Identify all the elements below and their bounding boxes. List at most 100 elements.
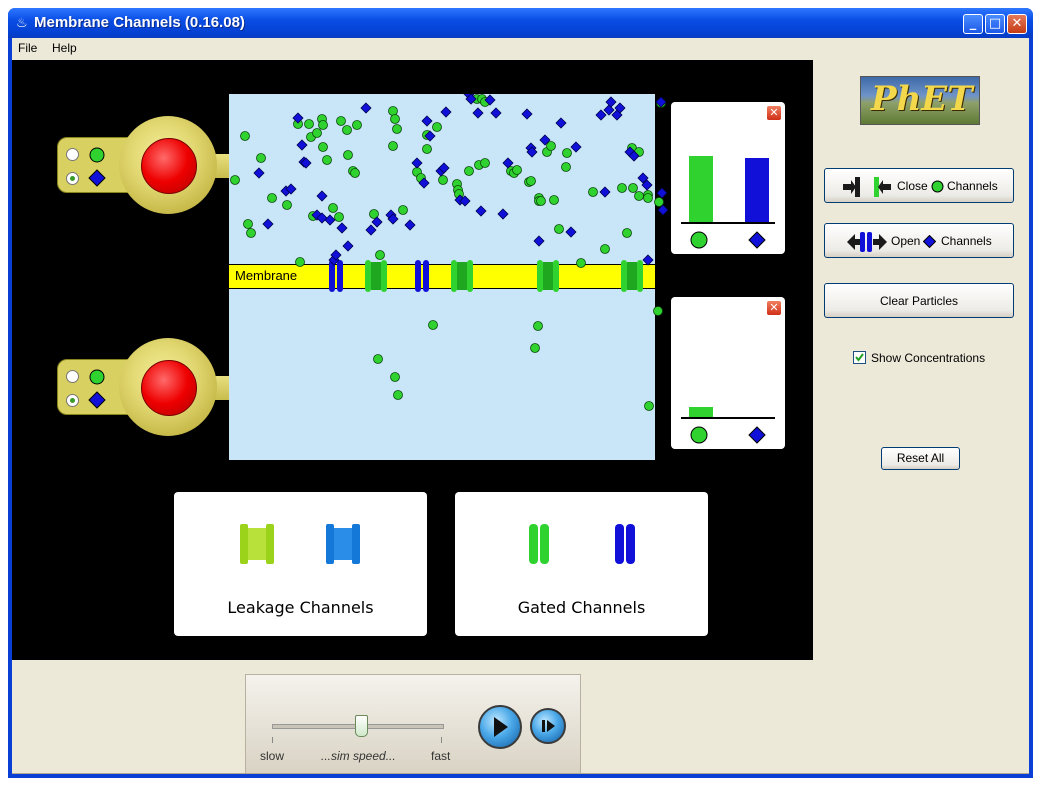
play-icon — [494, 717, 508, 737]
step-button[interactable] — [530, 708, 566, 744]
phet-logo[interactable]: PhET — [860, 76, 980, 125]
upper-radio-diamond[interactable] — [66, 172, 79, 185]
circle-particle — [628, 183, 638, 193]
upper-meter-diamond-icon — [748, 231, 766, 249]
lower-meter-diamond-icon — [748, 426, 766, 444]
lower-radio-circle[interactable] — [66, 370, 79, 383]
upper-particle-dispenser — [57, 116, 252, 216]
circle-particle — [343, 150, 353, 160]
diamond-particle — [533, 235, 545, 247]
circle-particle — [336, 116, 346, 126]
diamond-particle — [342, 240, 354, 252]
diamond-particle — [411, 157, 423, 169]
open-button-label: Open — [891, 234, 921, 248]
lower-meter-close-button[interactable]: ✕ — [767, 301, 781, 315]
close-button-label: Close — [897, 179, 928, 193]
close-button-label-channels: Channels — [947, 179, 998, 193]
gated-channels-tray: Gated Channels — [455, 492, 708, 636]
upper-circle-particle-icon — [89, 147, 105, 163]
sim-speed-panel: slow ...sim speed... fast — [245, 674, 581, 774]
maximize-button[interactable]: □ — [985, 14, 1005, 34]
upper-diamond-particle-icon — [88, 169, 106, 187]
menu-bar: File Help — [12, 38, 1029, 58]
close-channels-button[interactable]: Close Channels — [824, 168, 1014, 203]
circle-particle — [243, 219, 253, 229]
slow-tick — [272, 737, 273, 743]
close-circle-particle-icon — [931, 180, 944, 193]
open-channels-button[interactable]: Open Channels — [824, 223, 1014, 258]
diamond-particle — [603, 104, 615, 116]
lower-circle-particle-icon — [89, 369, 105, 385]
circle-particle — [526, 176, 536, 186]
clear-particles-label: Clear Particles — [879, 294, 959, 308]
circle-particle — [561, 162, 571, 172]
circle-particle — [256, 153, 266, 163]
upper-concentration-meter: ✕ — [671, 102, 785, 254]
clear-particles-button[interactable]: Clear Particles — [824, 283, 1014, 318]
circle-particle — [388, 141, 398, 151]
circle-particle — [398, 205, 408, 215]
show-concentrations-checkbox[interactable] — [853, 351, 866, 364]
diamond-particle — [595, 109, 607, 121]
diamond-particle — [656, 187, 668, 199]
upper-diamond-concentration-bar — [745, 158, 769, 222]
menu-file[interactable]: File — [18, 41, 37, 55]
circle-particle — [644, 401, 654, 411]
circle-particle — [554, 224, 564, 234]
lower-radio-diamond[interactable] — [66, 394, 79, 407]
speed-slow-label: slow — [260, 749, 285, 763]
circle-particle — [546, 141, 556, 151]
circle-particle — [230, 175, 240, 185]
minimize-button[interactable]: _ — [963, 14, 983, 34]
circle-particle — [318, 120, 328, 130]
simulation-canvas: Membrane ✕ ✕ Leakage Channels Gated Chan… — [12, 60, 813, 660]
lower-inject-button[interactable] — [141, 360, 197, 416]
title-bar[interactable]: ♨ Membrane Channels (0.16.08) _ □ ✕ — [8, 8, 1033, 38]
upper-radio-circle[interactable] — [66, 148, 79, 161]
diamond-particle — [565, 226, 577, 238]
play-button[interactable] — [478, 705, 522, 749]
circle-particle — [334, 212, 344, 222]
lower-concentration-meter: ✕ — [671, 297, 785, 449]
circle-particle — [318, 142, 328, 152]
circle-particle — [653, 306, 663, 316]
circle-particle — [622, 228, 632, 238]
upper-meter-close-button[interactable]: ✕ — [767, 106, 781, 120]
circle-particle — [654, 197, 664, 207]
diamond-particle — [316, 190, 328, 202]
fast-tick — [441, 737, 442, 743]
gated-channel-green-toolbox[interactable] — [527, 522, 553, 566]
circle-particle — [422, 144, 432, 154]
step-icon — [542, 720, 555, 732]
diamond-particle — [642, 254, 654, 266]
leakage-channels-label: Leakage Channels — [227, 598, 374, 617]
upper-circle-concentration-bar — [689, 156, 713, 222]
sim-speed-slider-thumb[interactable] — [355, 715, 368, 737]
diamond-particle — [570, 141, 582, 153]
circle-particle — [328, 203, 338, 213]
reset-all-button[interactable]: Reset All — [881, 447, 960, 470]
circle-particle — [634, 191, 644, 201]
upper-inject-button[interactable] — [141, 138, 197, 194]
gated-channel-blue-toolbox[interactable] — [613, 522, 639, 566]
show-concentrations-label[interactable]: Show Concentrations — [871, 351, 985, 365]
lower-particle-dispenser — [57, 338, 252, 438]
diamond-particle — [421, 115, 433, 127]
circle-particle — [390, 372, 400, 382]
close-window-button[interactable]: ✕ — [1007, 14, 1027, 34]
menu-help[interactable]: Help — [52, 41, 77, 55]
circle-particle — [643, 193, 653, 203]
diamond-particle — [490, 107, 502, 119]
open-diamond-particle-icon — [923, 235, 936, 248]
lower-meter-circle-icon — [690, 426, 708, 444]
circle-particle — [282, 200, 292, 210]
window-title: Membrane Channels (0.16.08) — [34, 14, 245, 31]
lower-diamond-particle-icon — [88, 391, 106, 409]
circle-particle — [512, 165, 522, 175]
circle-particle — [267, 193, 277, 203]
leakage-channel-blue-toolbox[interactable] — [326, 522, 362, 566]
diamond-particle — [599, 186, 611, 198]
circle-particle — [588, 187, 598, 197]
diamond-particle — [360, 102, 372, 114]
leakage-channel-green-toolbox[interactable] — [240, 522, 276, 566]
